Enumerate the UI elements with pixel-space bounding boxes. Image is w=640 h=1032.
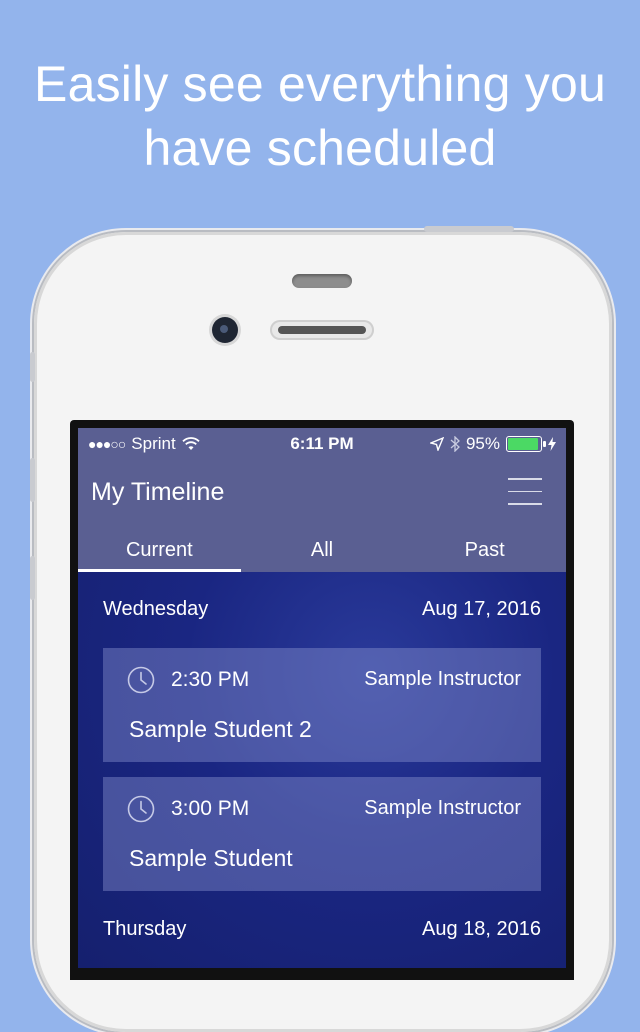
day-header: Thursday Aug 18, 2016 <box>103 918 541 941</box>
battery-percent: 95% <box>465 434 500 453</box>
day-date: Aug 17, 2016 <box>422 598 541 620</box>
power-button <box>424 226 514 232</box>
tab-past[interactable]: Past <box>403 532 566 572</box>
appointment-time: 3:00 PM <box>171 797 250 820</box>
tab-current[interactable]: Current <box>78 532 241 572</box>
charging-bolt-icon <box>548 437 556 451</box>
mute-switch <box>30 352 35 382</box>
bluetooth-icon <box>450 436 460 452</box>
day-header: Wednesday Aug 17, 2016 <box>103 598 541 621</box>
location-arrow-icon <box>429 437 444 451</box>
day-date: Aug 18, 2016 <box>422 918 541 940</box>
front-camera-icon <box>212 317 238 343</box>
tab-all[interactable]: All <box>241 532 404 572</box>
clock-icon <box>127 666 155 694</box>
headline: Easily see everything you have scheduled <box>0 52 640 180</box>
headline-line-1: Easily see everything you <box>34 56 606 112</box>
appointment-instructor: Sample Instructor <box>364 797 521 819</box>
appointment-card[interactable]: 2:30 PM Sample Instructor Sample Student… <box>103 648 541 762</box>
proximity-sensor <box>292 274 352 288</box>
battery-icon <box>506 436 546 452</box>
status-bar: ●●●○○ Sprint 6:11 PM 95% <box>78 428 566 462</box>
day-name: Wednesday <box>103 598 209 620</box>
clock-icon <box>127 795 155 823</box>
headline-line-2: have scheduled <box>143 120 497 176</box>
appointment-instructor: Sample Instructor <box>364 668 521 690</box>
timeline-tabs: Current All Past <box>78 532 566 572</box>
page-title: My Timeline <box>91 478 225 506</box>
hamburger-menu-icon[interactable] <box>508 478 542 506</box>
volume-down-button <box>30 556 35 600</box>
earpiece-speaker <box>270 320 374 340</box>
day-name: Thursday <box>103 918 187 940</box>
appointment-student: Sample Student <box>129 845 293 871</box>
volume-up-button <box>30 458 35 502</box>
appointment-time: 2:30 PM <box>171 668 250 691</box>
app-screen: ●●●○○ Sprint 6:11 PM 95% My Timeline Cur… <box>78 428 566 968</box>
appointment-student: Sample Student 2 <box>129 716 312 742</box>
app-header: ●●●○○ Sprint 6:11 PM 95% My Timeline Cur… <box>78 428 566 572</box>
appointment-card[interactable]: 3:00 PM Sample Instructor Sample Student <box>103 777 541 891</box>
